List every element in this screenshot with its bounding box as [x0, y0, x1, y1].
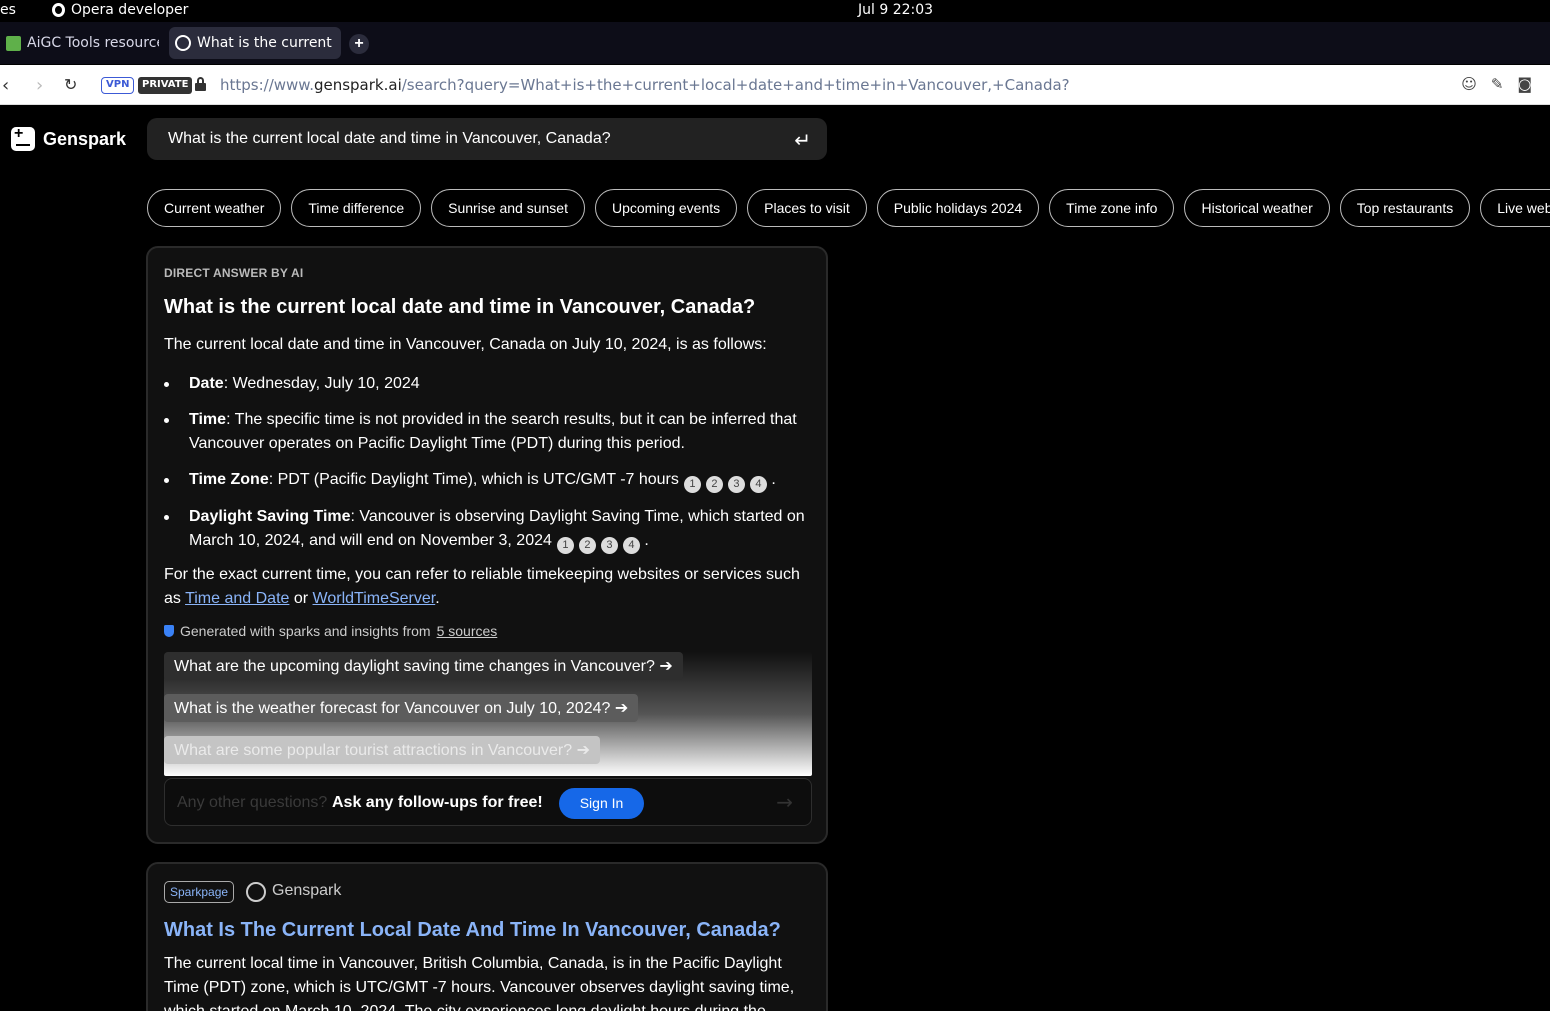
generated-note: Generated with sparks and insights from …	[164, 623, 497, 639]
list-item: Date: Wednesday, July 10, 2024	[164, 372, 809, 396]
sources-link[interactable]: 5 sources	[437, 623, 498, 639]
bullet-text: : Wednesday, July 10, 2024	[223, 375, 420, 392]
chip[interactable]: Public holidays 2024	[876, 189, 1040, 227]
chip[interactable]: Time zone info	[1049, 189, 1175, 227]
direct-answer-label: DIRECT ANSWER BY AI	[164, 266, 304, 280]
back-arrow-icon[interactable]: ‹	[2, 75, 9, 96]
search-box[interactable]: What is the current local date and time …	[147, 118, 827, 160]
private-badge: PRIVATE	[138, 77, 193, 94]
source-name: Genspark	[272, 882, 342, 899]
send-arrow-icon[interactable]: →	[776, 790, 793, 814]
genspark-logo-icon	[11, 125, 35, 151]
forward-arrow-icon[interactable]: ›	[36, 75, 43, 96]
url-field[interactable]: https://www.genspark.ai/search?query=Wha…	[220, 76, 1070, 94]
suggestion-chips: Current weather Time difference Sunrise …	[147, 189, 1550, 227]
vpn-badge[interactable]: VPN	[101, 77, 135, 94]
tab-label: AiGC Tools resources	[27, 35, 159, 51]
followup-question[interactable]: What are some popular tourist attraction…	[164, 736, 600, 764]
closing-or: or	[289, 590, 313, 607]
followup-question[interactable]: What is the weather forecast for Vancouv…	[164, 694, 639, 722]
citation-badge[interactable]: 3	[600, 537, 618, 554]
followup-input-bar[interactable]: Any other questions? Ask any follow-ups …	[164, 778, 812, 826]
os-top-bar: es Opera developer Jul 9 22:03	[0, 0, 1550, 22]
citation-badge[interactable]: 2	[578, 537, 596, 554]
citation-badge[interactable]: 2	[705, 476, 723, 493]
logo-text: Genspark	[43, 128, 127, 149]
tab-strip: AiGC Tools resources What is the current…	[0, 22, 1550, 65]
sign-in-button[interactable]: Sign In	[559, 788, 644, 819]
search-input[interactable]: What is the current local date and time …	[168, 130, 611, 148]
tab-aigc-tools[interactable]: AiGC Tools resources	[0, 27, 165, 59]
sparkpage-title-link[interactable]: What Is The Current Local Date And Time …	[164, 919, 781, 942]
opera-icon	[52, 3, 65, 17]
time-and-date-link[interactable]: Time and Date	[185, 590, 289, 607]
followup-questions: What are the upcoming daylight saving ti…	[164, 652, 812, 776]
bullet-term: Time	[189, 411, 227, 428]
genspark-source-icon	[246, 882, 266, 902]
tab-favicon-icon	[6, 35, 21, 51]
closing-period: .	[435, 590, 440, 607]
citation-badge[interactable]: 1	[556, 537, 574, 554]
lock-icon[interactable]	[195, 77, 206, 91]
chip[interactable]: Top restaurants	[1339, 189, 1471, 227]
sparkpage-card: Sparkpage Genspark What Is The Current L…	[146, 862, 828, 1011]
genspark-favicon-icon	[175, 35, 191, 51]
enter-icon[interactable]: ↵	[794, 128, 811, 152]
followup-question[interactable]: What are the upcoming daylight saving ti…	[164, 652, 683, 680]
url-scheme: https://www.	[220, 76, 314, 94]
chip[interactable]: Live web	[1480, 189, 1550, 227]
page-content: Genspark What is the current local date …	[0, 105, 1550, 1011]
address-bar: ‹ › ↻ VPN PRIVATE https://www.genspark.a…	[0, 65, 1550, 105]
citation-badge[interactable]: 1	[683, 476, 701, 493]
followup-input-placeholder[interactable]: Any other questions?	[177, 794, 327, 812]
answer-title: What is the current local date and time …	[164, 296, 756, 318]
list-item: Time Zone: PDT (Pacific Daylight Time), …	[164, 468, 809, 493]
bullet-term: Daylight Saving Time	[189, 508, 351, 525]
period: .	[771, 471, 776, 488]
list-item: Time: The specific time is not provided …	[164, 408, 809, 456]
bullet-term: Date	[189, 375, 224, 392]
address-bar-actions: ☺ ✎ ◙	[1461, 75, 1532, 93]
citation-badge[interactable]: 4	[622, 537, 640, 554]
generated-text: Generated with sparks and insights from	[180, 623, 431, 639]
chip[interactable]: Current weather	[147, 189, 282, 227]
activities-label[interactable]: es	[0, 2, 16, 18]
app-name: Opera developer	[71, 2, 189, 18]
edit-icon[interactable]: ✎	[1491, 75, 1504, 93]
list-item: Daylight Saving Time: Vancouver is obser…	[164, 505, 809, 554]
system-clock[interactable]: Jul 9 22:03	[858, 2, 933, 18]
answer-intro: The current local date and time in Vanco…	[164, 336, 767, 353]
chip[interactable]: Time difference	[291, 189, 422, 227]
answer-closing: For the exact current time, you can refe…	[164, 563, 814, 611]
chip[interactable]: Sunrise and sunset	[431, 189, 585, 227]
answer-bullets: Date: Wednesday, July 10, 2024 Time: The…	[164, 372, 809, 566]
direct-answer-card: DIRECT ANSWER BY AI What is the current …	[146, 246, 828, 844]
sparkpage-badge: Sparkpage	[164, 881, 235, 903]
chip[interactable]: Upcoming events	[594, 189, 738, 227]
chip[interactable]: Historical weather	[1184, 189, 1330, 227]
new-tab-plus-icon[interactable]: +	[349, 34, 369, 54]
shield-icon	[164, 625, 174, 637]
period: .	[644, 532, 649, 549]
app-menu[interactable]: Opera developer	[52, 2, 188, 18]
reload-icon[interactable]: ↻	[64, 75, 77, 94]
camera-icon[interactable]: ◙	[1517, 75, 1532, 93]
emoji-icon[interactable]: ☺	[1461, 75, 1477, 93]
citation-badge[interactable]: 3	[727, 476, 745, 493]
citation-badge[interactable]: 4	[749, 476, 767, 493]
bullet-term: Time Zone	[189, 471, 269, 488]
bullet-text: : PDT (Pacific Daylight Time), which is …	[268, 471, 679, 488]
tab-genspark-active[interactable]: What is the current lo	[169, 27, 341, 59]
url-path: /search?query=What+is+the+current+local+…	[401, 76, 1070, 94]
ask-free-text: Ask any follow-ups for free!	[332, 794, 543, 811]
chip[interactable]: Places to visit	[747, 189, 867, 227]
url-host: genspark.ai	[313, 76, 402, 94]
sparkpage-snippet: The current local time in Vancouver, Bri…	[164, 955, 795, 1011]
bullet-text: : The specific time is not provided in t…	[189, 411, 797, 452]
tab-label: What is the current lo	[197, 35, 335, 51]
worldtimeserver-link[interactable]: WorldTimeServer	[313, 590, 436, 607]
genspark-logo[interactable]: Genspark	[11, 125, 127, 151]
